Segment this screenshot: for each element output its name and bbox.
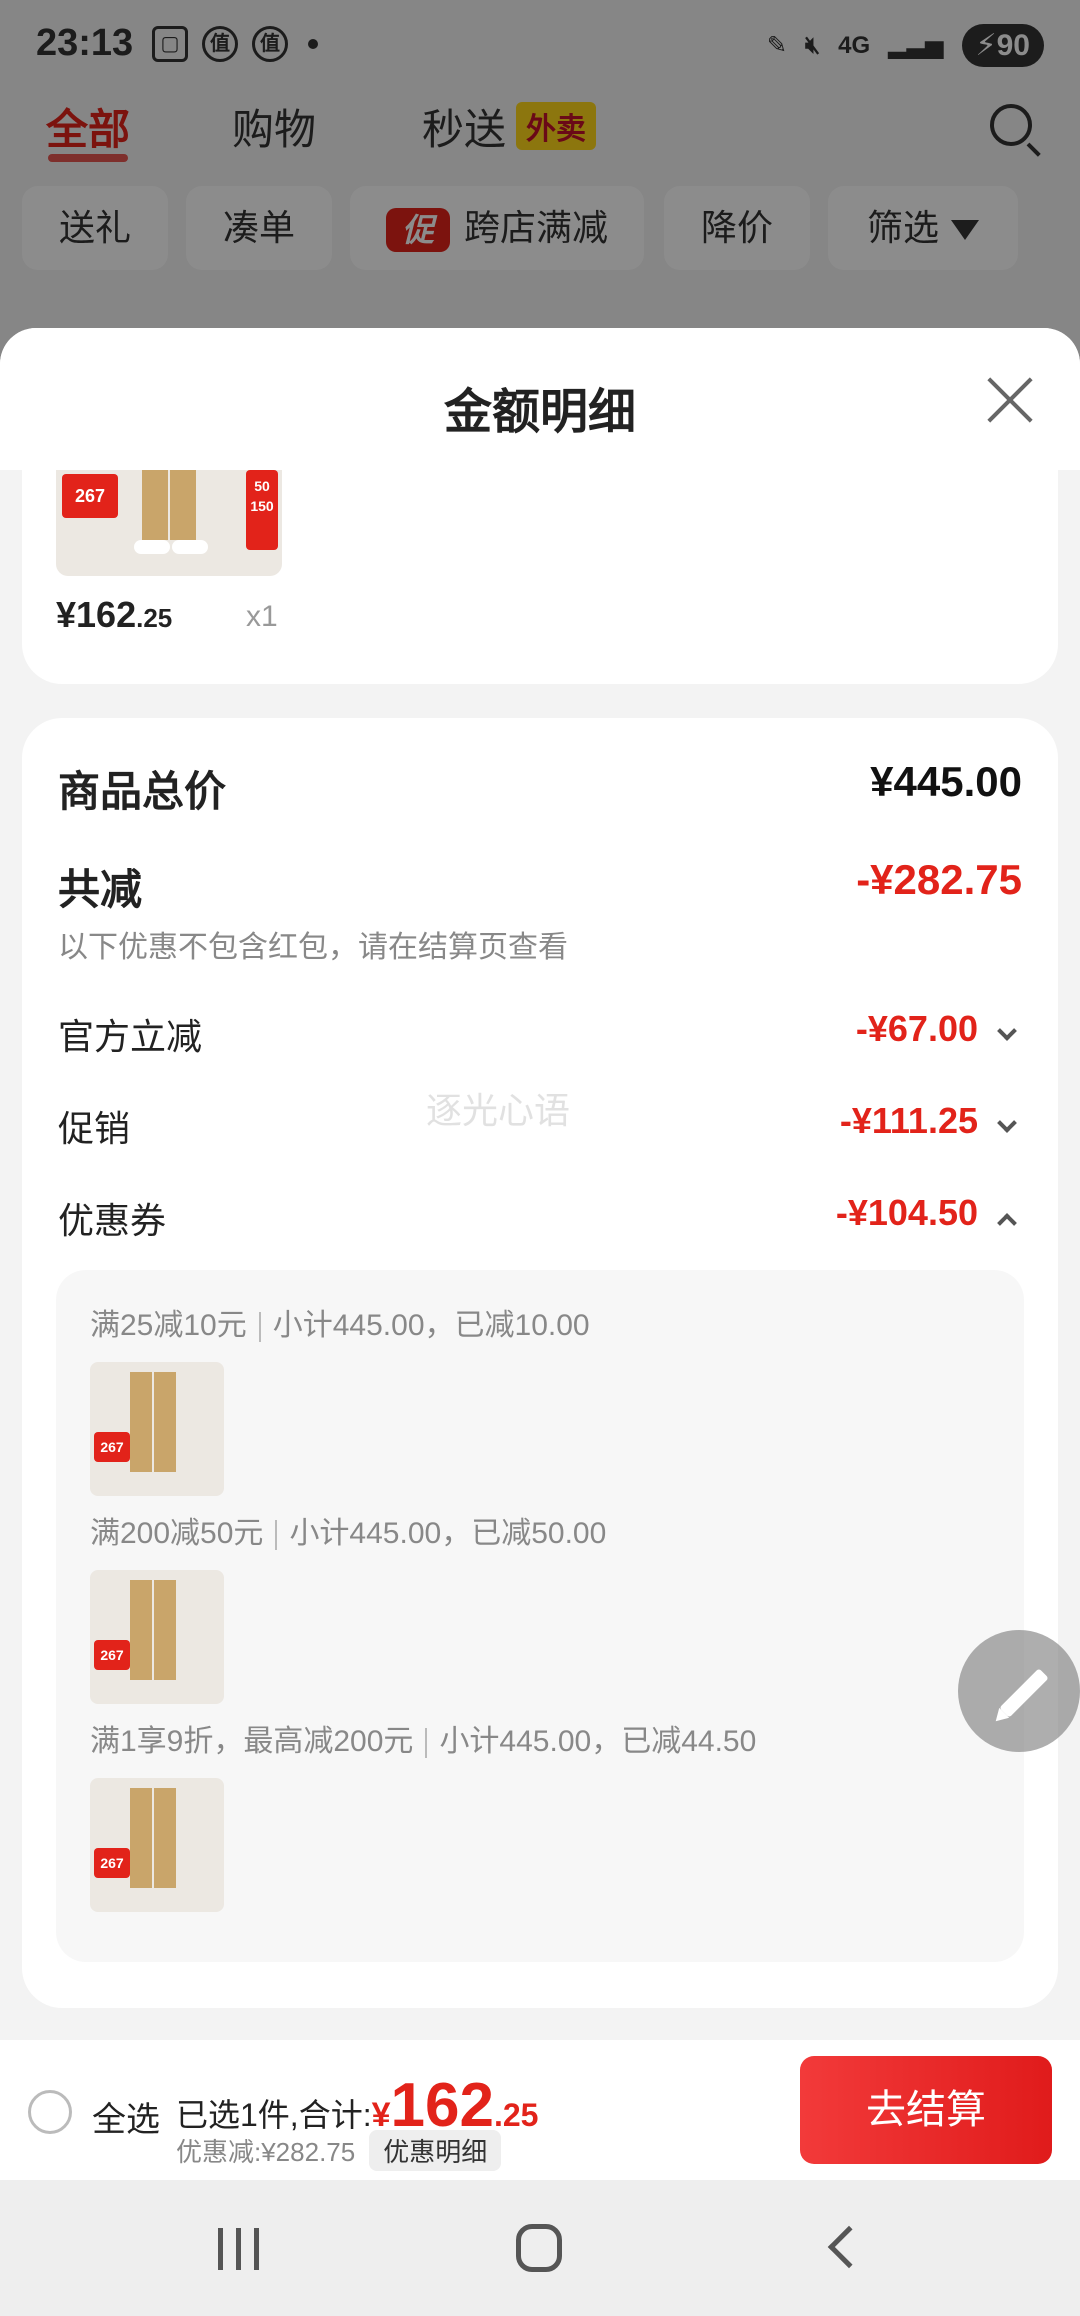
coupon-rule-line: 满25减10元 小计445.00，已减10.00 — [90, 1300, 590, 1344]
watermark: 逐光心语 — [426, 1090, 571, 1131]
select-all-checkbox[interactable] — [28, 2090, 72, 2134]
pants-leg — [154, 1372, 176, 1472]
discount-summary: 优惠减:¥282.75 优惠明细 — [176, 2130, 502, 2171]
recent-apps-icon[interactable] — [214, 2228, 264, 2270]
floating-edit-button[interactable] — [958, 1630, 1080, 1752]
total-price-value: ¥445.00 — [870, 758, 1022, 805]
product-price-main: ¥162 — [56, 594, 137, 635]
pants-leg — [130, 1788, 152, 1888]
promotion-value: -¥111.25 — [839, 1100, 978, 1141]
pencil-icon — [999, 1668, 1049, 1718]
side-tag-value-a: 50 — [254, 478, 270, 494]
coupon-subtotal: 小计445.00，已减10.00 — [272, 1309, 590, 1342]
coupon-rule: 满25减10元 — [90, 1309, 247, 1342]
total-discount-value: -¥282.75 — [856, 856, 1022, 903]
coupon-product-image[interactable]: 267 — [90, 1778, 224, 1912]
product-price: ¥162.25 — [56, 594, 172, 636]
selected-count-text: 已选1件,合计: — [176, 2097, 372, 2133]
product-card: 267 50 150 ¥162.25 x1 — [22, 470, 1058, 684]
amount-detail-sheet: 金额明细 267 50 150 ¥162.25 x1 商品总价 ¥445.00 共… — [0, 328, 1080, 2316]
coupon-thumb-price-tag: 267 — [94, 1640, 130, 1670]
product-quantity: x1 — [246, 600, 278, 633]
shoe-icon — [134, 540, 170, 554]
system-nav-bar — [0, 2180, 1080, 2316]
close-icon[interactable] — [986, 376, 1034, 424]
discount-detail-button[interactable]: 优惠明细 — [369, 2130, 502, 2171]
product-side-tag: 50 150 — [246, 470, 278, 550]
product-price-tag: 267 — [62, 474, 118, 518]
divider — [258, 1312, 261, 1343]
coupon-rule: 满200减50元 — [90, 1517, 264, 1550]
coupon-product-image[interactable]: 267 — [90, 1570, 224, 1704]
discount-amount-text: 优惠减:¥282.75 — [176, 2137, 356, 2167]
promotion-label: 促销 — [58, 1108, 131, 1149]
coupon-thumb-price-tag: 267 — [94, 1848, 130, 1878]
shoe-icon — [172, 540, 208, 554]
official-discount-value: -¥67.00 — [855, 1008, 978, 1049]
product-image[interactable]: 267 50 150 — [56, 470, 282, 576]
total-cents: .25 — [493, 2097, 539, 2133]
chevron-down-icon — [997, 1021, 1017, 1041]
checkout-button[interactable]: 去结算 — [800, 2056, 1052, 2164]
total-currency: ¥ — [371, 2096, 391, 2134]
checkout-bar: 全选 已选1件,合计:¥162.25 优惠减:¥282.75 优惠明细 去结算 — [0, 2040, 1080, 2180]
bar — [254, 2228, 259, 2270]
side-tag-value-b: 150 — [250, 498, 274, 514]
pants-leg — [142, 470, 168, 540]
pants-leg — [130, 1580, 152, 1680]
total-price-label: 商品总价 — [58, 768, 227, 815]
divider — [425, 1728, 428, 1759]
coupon-thumb-price-tag: 267 — [94, 1432, 130, 1462]
back-icon[interactable] — [827, 2225, 871, 2269]
sheet-title: 金额明细 — [443, 386, 636, 439]
official-discount-label: 官方立减 — [58, 1016, 203, 1057]
divider — [275, 1520, 278, 1551]
coupon-rule: 满1享9折，最高减200元 — [90, 1725, 414, 1758]
pants-leg — [130, 1372, 152, 1472]
pants-leg — [154, 1580, 176, 1680]
coupon-rule-line: 满200减50元 小计445.00，已减50.00 — [90, 1508, 606, 1552]
sheet-header: 金额明细 — [0, 328, 1080, 470]
pants-leg — [170, 470, 196, 540]
bar — [218, 2228, 223, 2270]
discount-note: 以下优惠不包含红包，请在结算页查看 — [58, 931, 568, 964]
select-all-label[interactable]: 全选 — [92, 2092, 160, 2141]
coupon-product-image[interactable]: 267 — [90, 1362, 224, 1496]
coupon-subtotal: 小计445.00，已减50.00 — [289, 1517, 607, 1550]
product-price-cents: .25 — [136, 603, 173, 633]
coupon-subtotal: 小计445.00，已减44.50 — [439, 1725, 757, 1758]
bar — [236, 2228, 241, 2270]
chevron-up-icon — [997, 1213, 1017, 1233]
coupon-label: 优惠券 — [58, 1200, 167, 1241]
home-icon[interactable] — [516, 2224, 562, 2272]
coupon-rule-line: 满1享9折，最高减200元 小计445.00，已减44.50 — [90, 1716, 756, 1760]
amount-detail-card: 商品总价 ¥445.00 共减 -¥282.75 以下优惠不包含红包，请在结算页… — [22, 718, 1058, 2008]
total-discount-label: 共减 — [58, 866, 143, 913]
chevron-down-icon — [997, 1113, 1017, 1133]
pants-leg — [154, 1788, 176, 1888]
coupon-value: -¥104.50 — [835, 1192, 978, 1233]
coupon-detail-box: 满25减10元 小计445.00，已减10.00 267 满200减50元 小计44… — [56, 1270, 1024, 1962]
